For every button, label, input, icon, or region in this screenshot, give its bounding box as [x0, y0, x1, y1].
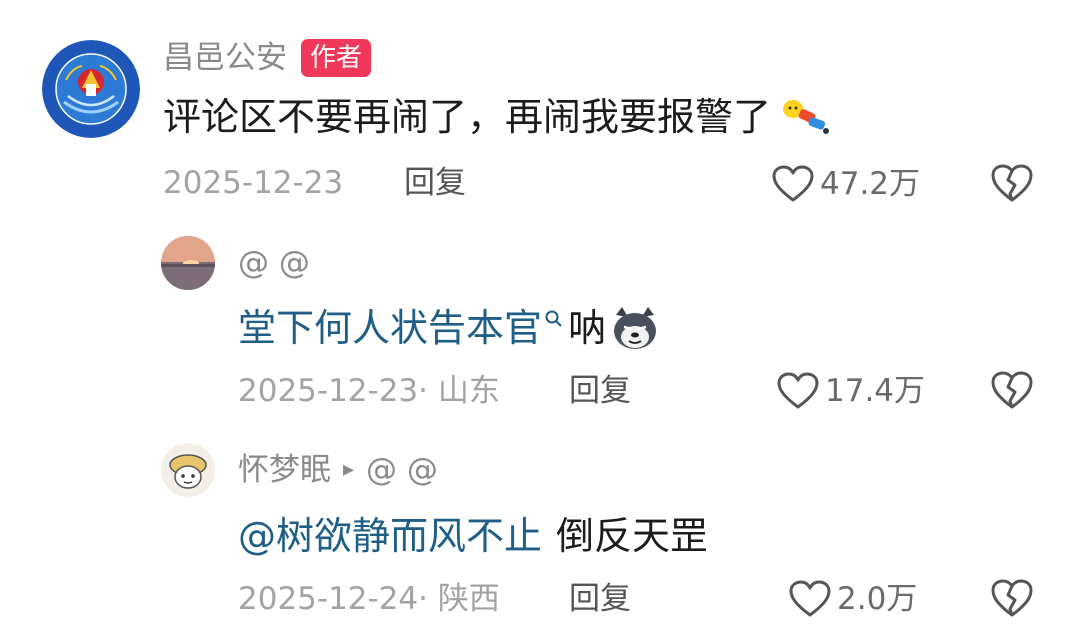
cartoon-avatar-image [161, 443, 215, 497]
dislike-broken-heart-icon[interactable] [991, 370, 1033, 410]
reply-location: · 山东 [418, 373, 500, 409]
reply-to-name[interactable]: @ @ [366, 454, 438, 486]
heart-icon [789, 580, 831, 618]
police-logo [42, 40, 140, 138]
dislike-broken-heart-icon[interactable] [991, 578, 1033, 618]
reply-date: 2025-12-23 [238, 373, 419, 409]
reply-location: · 陕西 [418, 581, 500, 617]
reply-avatar[interactable] [161, 443, 215, 497]
like-button[interactable]: 17.4万 [777, 370, 925, 412]
reply-avatar[interactable] [161, 236, 215, 290]
reply-button[interactable]: 回复 [569, 584, 631, 615]
comment-text: 评论区不要再闹了，再闹我要报警了 [163, 95, 772, 139]
dislike-broken-heart-icon[interactable] [991, 163, 1033, 203]
heart-icon [777, 372, 819, 410]
like-count: 47.2万 [820, 165, 921, 202]
lying-down-emoji-icon [775, 95, 831, 139]
reply-button[interactable]: 回复 [569, 376, 631, 407]
like-button[interactable]: 47.2万 [772, 163, 920, 205]
comment-date: 2025-12-23 [163, 165, 344, 201]
reply-author-name[interactable]: 怀梦眠 [238, 454, 331, 486]
search-link-text[interactable]: 堂下何人状告本官 [238, 309, 542, 347]
like-count: 17.4万 [825, 372, 926, 409]
reply-date: 2025-12-24 [238, 581, 419, 617]
author-badge: 作者 [301, 39, 372, 77]
author-name[interactable]: 昌邑公安 [163, 42, 287, 74]
sunset-avatar-image [161, 236, 215, 290]
husky-dog-emoji-icon [610, 305, 660, 351]
reply-button[interactable]: 回复 [404, 168, 466, 199]
like-count: 2.0万 [837, 580, 918, 617]
reply-author-name[interactable]: @ @ [238, 248, 310, 279]
search-icon[interactable] [544, 309, 564, 329]
author-avatar[interactable] [42, 40, 140, 138]
comment-text: 倒反天罡 [556, 514, 709, 558]
comment-text-suffix: 呐 [568, 306, 607, 350]
mention-link[interactable]: @树欲静而风不止 [238, 517, 542, 555]
heart-icon [772, 165, 814, 203]
like-button[interactable]: 2.0万 [789, 578, 917, 620]
reply-arrow-icon: ▸ [343, 457, 355, 482]
